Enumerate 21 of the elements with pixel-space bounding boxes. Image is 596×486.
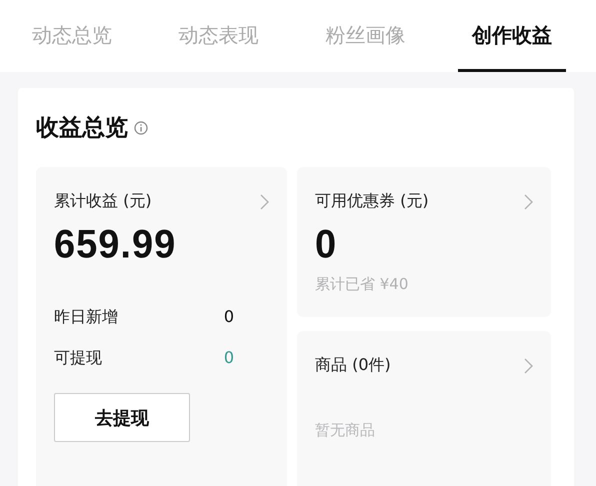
products-tile[interactable]: 商品 (0件) 暂无商品	[297, 331, 551, 486]
row-value: 0	[224, 307, 234, 328]
earnings-amount: 659.99	[54, 222, 178, 268]
tile-label: 商品 (0件)	[315, 355, 391, 376]
section-title: 收益总览	[36, 114, 128, 143]
chevron-icon	[260, 194, 269, 210]
coupon-amount: 0	[315, 222, 338, 268]
withdraw-button[interactable]: 去提现	[54, 393, 190, 442]
savings-note: 累计已省 ¥40	[315, 275, 410, 294]
earnings-tile[interactable]: 累计收益 (元) 659.99 昨日新增 0 可提现 0 去提现	[36, 167, 287, 486]
info-icon[interactable]	[134, 120, 148, 134]
row-value: 0	[224, 348, 234, 369]
chevron-icon	[524, 358, 533, 374]
tab[interactable]: 创作收益	[458, 0, 566, 72]
coupon-tile[interactable]: 可用优惠券 (元) 0 累计已省 ¥40	[297, 167, 551, 317]
row-label: 可提现	[54, 348, 102, 369]
tile-label: 可用优惠券 (元)	[315, 191, 429, 212]
row-label: 昨日新增	[54, 307, 118, 328]
tile-label: 累计收益 (元)	[54, 191, 152, 212]
chevron-icon	[524, 194, 533, 210]
empty-message: 暂无商品	[315, 421, 376, 440]
